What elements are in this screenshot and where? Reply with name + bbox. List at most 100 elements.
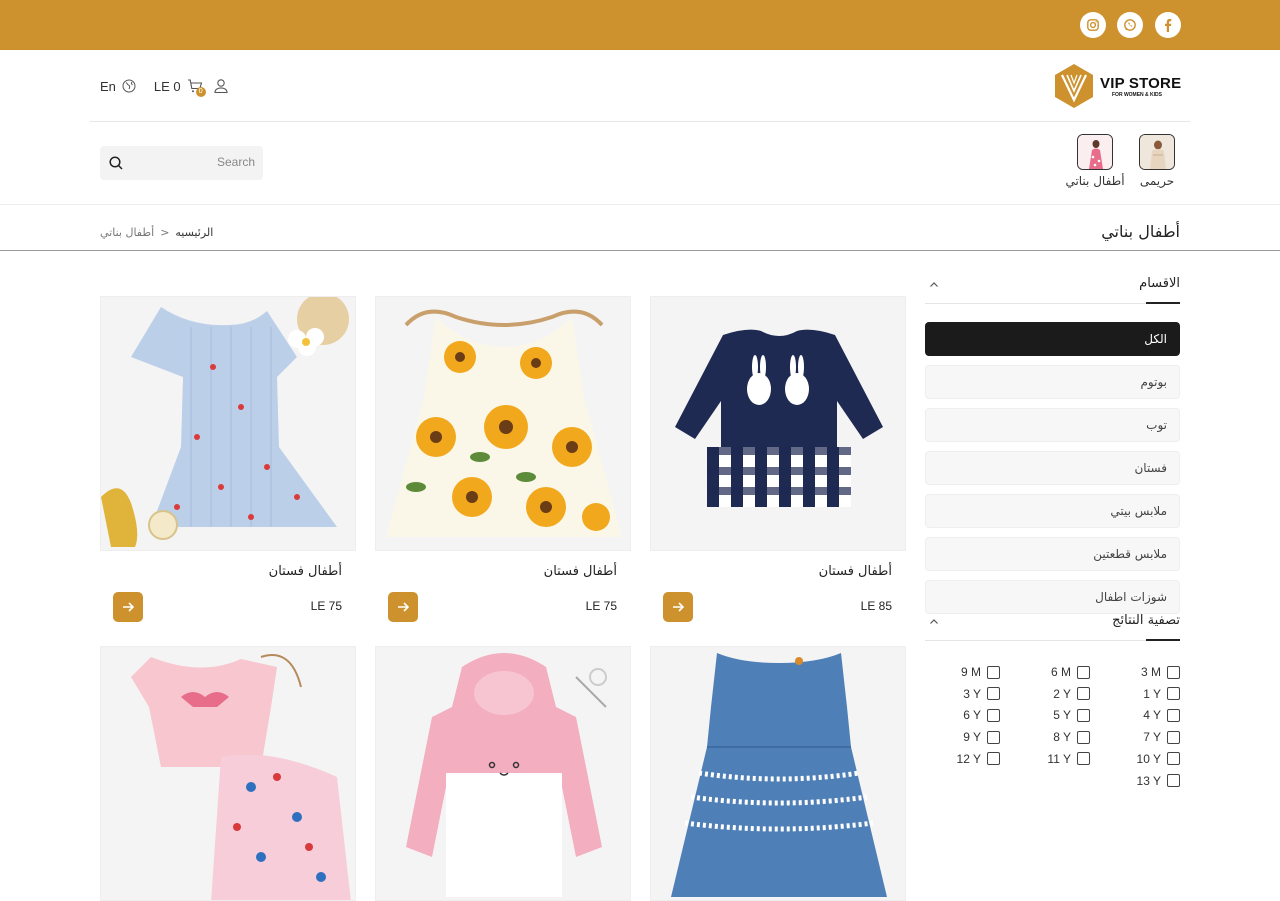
product-image[interactable]: [100, 646, 356, 901]
product-card[interactable]: [650, 646, 906, 901]
category-button-two-piece[interactable]: ملابس قطعتين: [925, 537, 1180, 571]
logo-tagline: FOR WOMEN & KIDS: [1112, 92, 1162, 98]
filter-sidebar: الاقسام الكل بوتوم توب فستان ملابس بيتي …: [925, 270, 1180, 791]
instagram-icon[interactable]: [1080, 12, 1106, 38]
size-filter-checkbox[interactable]: 6 Y: [963, 708, 1000, 722]
checkbox-icon[interactable]: [1167, 687, 1180, 701]
size-filter-checkbox[interactable]: 3 M: [1141, 665, 1180, 679]
breadcrumb: الرئيسيه < أطفال بناتي: [100, 226, 213, 239]
category-button-all[interactable]: الكل: [925, 322, 1180, 356]
filter-header[interactable]: تصفية النتائج: [925, 607, 1180, 641]
add-to-cart-button[interactable]: [113, 592, 143, 622]
breadcrumb-current: أطفال بناتي: [100, 226, 155, 239]
size-filter-checkbox[interactable]: 8 Y: [1053, 730, 1090, 744]
add-to-cart-button[interactable]: [388, 592, 418, 622]
size-filter-label: 6 Y: [963, 708, 981, 723]
checkbox-icon[interactable]: [1077, 665, 1090, 679]
size-filter-checkbox[interactable]: 9 M: [961, 665, 1000, 679]
cart-total[interactable]: LE 0: [154, 79, 181, 94]
category-button-homewear[interactable]: ملابس بيتي: [925, 494, 1180, 528]
product-card[interactable]: أطفال فستان LE 75: [100, 296, 356, 622]
size-filter-checkbox[interactable]: 1 Y: [1143, 687, 1180, 701]
product-image[interactable]: [650, 296, 906, 551]
size-filter-checkbox[interactable]: 3 Y: [963, 687, 1000, 701]
checkbox-icon[interactable]: [1167, 774, 1180, 787]
size-filter-label: 8 Y: [1053, 730, 1071, 745]
sections-header[interactable]: الاقسام: [925, 270, 1180, 304]
logo-mark-icon: [1055, 64, 1093, 108]
store-logo[interactable]: VIP STORE FOR WOMEN & KIDS: [1052, 62, 1181, 110]
size-filter-checkbox[interactable]: 11 Y: [1047, 752, 1090, 766]
checkbox-icon[interactable]: [987, 665, 1000, 679]
checkbox-icon[interactable]: [987, 687, 1000, 701]
checkbox-icon[interactable]: [1167, 665, 1180, 679]
checkbox-icon[interactable]: [987, 708, 1000, 722]
filter-title: تصفية النتائج: [1112, 613, 1180, 628]
size-filter-checkbox[interactable]: 10 Y: [1137, 752, 1180, 766]
product-card[interactable]: أطفال فستان LE 85: [650, 296, 906, 622]
checkbox-icon[interactable]: [987, 730, 1000, 744]
size-filter-checkbox[interactable]: 7 Y: [1143, 730, 1180, 744]
checkbox-icon[interactable]: [1167, 730, 1180, 744]
size-filter-checkbox[interactable]: 9 Y: [963, 730, 1000, 744]
product-price: LE 85: [860, 599, 892, 613]
size-filter-checkbox[interactable]: 12 Y: [957, 752, 1000, 766]
size-filters: 3 M 6 M 9 M 1 Y 2 Y 3 Y 4 Y 5 Y 6 Y 7 Y 8 Y 9 Y 10 Y…: [925, 651, 1180, 791]
globe-icon[interactable]: [122, 79, 136, 93]
chevron-up-icon[interactable]: [929, 617, 939, 627]
language-switch[interactable]: En: [100, 79, 116, 94]
breadcrumb-separator-icon: <: [160, 226, 170, 239]
size-filter-label: 3 M: [1140, 665, 1161, 679]
product-image[interactable]: [100, 296, 356, 551]
sections-title: الاقسام: [1139, 276, 1180, 291]
category-women[interactable]: حريمى: [1134, 134, 1180, 188]
arrow-right-icon: [123, 602, 135, 612]
header-tools: En LE 0 0: [100, 76, 229, 97]
search-input[interactable]: Search: [217, 155, 255, 169]
product-image[interactable]: [375, 296, 631, 551]
product-price: LE 75: [310, 599, 342, 613]
size-filter-label: 11 Y: [1047, 751, 1071, 766]
size-filter-checkbox[interactable]: 2 Y: [1053, 687, 1090, 701]
checkbox-icon[interactable]: [987, 752, 1000, 766]
product-image[interactable]: [650, 646, 906, 901]
checkbox-icon[interactable]: [1167, 708, 1180, 722]
product-image[interactable]: [375, 646, 631, 901]
checkbox-icon[interactable]: [1077, 687, 1090, 701]
checkbox-icon[interactable]: [1077, 730, 1090, 744]
product-card[interactable]: [100, 646, 356, 901]
facebook-icon[interactable]: [1155, 12, 1181, 38]
cart-count-badge: 0: [195, 87, 206, 97]
category-button-bottom[interactable]: بوتوم: [925, 365, 1180, 399]
size-filter-checkbox[interactable]: 13 Y: [1137, 774, 1180, 788]
user-icon[interactable]: [213, 78, 229, 94]
search-icon[interactable]: [108, 155, 124, 171]
product-name[interactable]: أطفال فستان: [269, 564, 342, 579]
breadcrumb-home[interactable]: الرئيسيه: [175, 226, 213, 239]
checkbox-icon[interactable]: [1077, 708, 1090, 722]
header: VIP STORE FOR WOMEN & KIDS En LE 0 0: [90, 50, 1190, 122]
size-filter-label: 5 Y: [1053, 708, 1071, 723]
product-price: LE 75: [585, 599, 617, 613]
page-title: أطفال بناتي: [1101, 222, 1180, 241]
size-filter-label: 10 Y: [1136, 751, 1161, 766]
category-girls-label: أطفال بناتي: [1065, 174, 1125, 188]
size-filter-checkbox[interactable]: 5 Y: [1053, 708, 1090, 722]
size-filter-label: 7 Y: [1143, 730, 1161, 745]
size-filter-checkbox[interactable]: 6 M: [1051, 665, 1090, 679]
product-card[interactable]: [375, 646, 631, 901]
search-box[interactable]: Search: [100, 146, 263, 180]
chevron-up-icon[interactable]: [929, 280, 939, 290]
category-button-dress[interactable]: فستان: [925, 451, 1180, 485]
whatsapp-icon[interactable]: [1117, 12, 1143, 38]
checkbox-icon[interactable]: [1167, 752, 1180, 766]
category-girls[interactable]: أطفال بناتي: [1060, 134, 1130, 188]
product-card[interactable]: أطفال فستان LE 75: [375, 296, 631, 622]
product-name[interactable]: أطفال فستان: [819, 564, 892, 579]
add-to-cart-button[interactable]: [663, 592, 693, 622]
cart-icon[interactable]: 0: [187, 78, 206, 97]
category-button-top[interactable]: توب: [925, 408, 1180, 442]
size-filter-checkbox[interactable]: 4 Y: [1143, 708, 1180, 722]
checkbox-icon[interactable]: [1077, 752, 1090, 766]
product-name[interactable]: أطفال فستان: [544, 564, 617, 579]
